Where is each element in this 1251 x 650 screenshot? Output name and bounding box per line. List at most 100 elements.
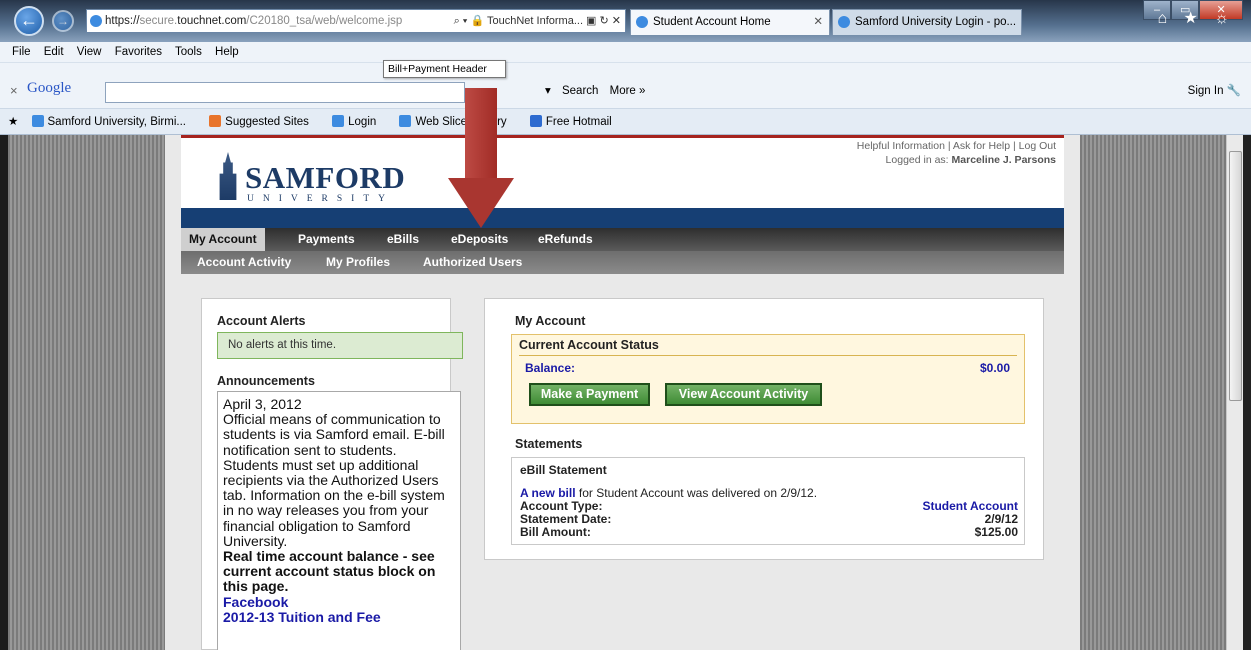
row-value[interactable]: Student Account (922, 500, 1018, 512)
fav-label: Free Hotmail (545, 116, 612, 128)
tab-samford-login[interactable]: Samford University Login - po... (832, 9, 1022, 35)
tuition-link[interactable]: 2012-13 Tuition and Fee (223, 609, 455, 625)
back-button[interactable]: ← (14, 6, 44, 36)
facebook-link[interactable]: Facebook (223, 594, 455, 610)
google-logo: Google (27, 80, 72, 96)
browser-title-bar: ← → https://secure.touchnet.com/C20180_t… (0, 0, 1251, 42)
ie-fav-icon (399, 115, 412, 127)
samford-logo[interactable]: SAMFORD UNIVERSITY (211, 148, 411, 208)
new-bill-line: A new bill for Student Account was deliv… (520, 487, 1018, 499)
site-header: SAMFORD UNIVERSITY Helpful Information |… (181, 135, 1064, 210)
view-activity-button[interactable]: View Account Activity (665, 383, 822, 406)
make-payment-button[interactable]: Make a Payment (529, 383, 650, 406)
forward-button[interactable]: → (52, 10, 74, 32)
close-tab-icon[interactable]: ✕ (813, 10, 823, 34)
favorites-star-icon[interactable]: ★ (8, 116, 18, 128)
new-bill-text: for Student Account was delivered on 2/9… (578, 486, 818, 500)
logged-in-info: Logged in as: Marceline J. Parsons (857, 153, 1056, 167)
balance-label: Balance: (525, 361, 576, 375)
announcement-date: April 3, 2012 (223, 396, 302, 412)
statement-date-row: Statement Date: 2/9/12 (520, 513, 1018, 525)
suggested-sites-icon (209, 115, 222, 127)
tab-edeposits[interactable]: eDeposits (451, 228, 508, 251)
subtab-authorized-users[interactable]: Authorized Users (423, 251, 522, 274)
vertical-scrollbar[interactable] (1226, 135, 1243, 650)
fav-samford[interactable]: Samford University, Birmi... (31, 115, 196, 128)
tab-erefunds[interactable]: eRefunds (538, 228, 593, 251)
ebill-title: eBill Statement (520, 463, 607, 477)
address-prefix: https:// (105, 15, 140, 27)
google-search-input[interactable] (105, 82, 465, 103)
menu-file[interactable]: File (12, 46, 31, 58)
logged-in-label: Logged in as: (885, 154, 949, 166)
announcement-body: Official means of communication to stude… (223, 411, 445, 549)
fav-login[interactable]: Login (332, 115, 386, 128)
address-domain: touchnet.com (177, 15, 247, 27)
ie-fav-icon (332, 115, 345, 127)
address-path: /C20180_tsa/web/welcome.jsp (246, 15, 403, 27)
row-label: Bill Amount: (520, 525, 591, 539)
google-toolbar-tools: ▾ Search More » (545, 83, 653, 97)
dropdown-icon[interactable]: ▾ (545, 85, 551, 97)
google-search-button[interactable]: Search (562, 85, 598, 97)
menu-bar: File Edit View Favorites Tools Help (0, 42, 1251, 62)
fav-label: Samford University, Birmi... (47, 116, 186, 128)
fav-hotmail[interactable]: Free Hotmail (529, 115, 622, 128)
wrench-icon[interactable]: 🔧 (1227, 85, 1241, 97)
browser-chrome: ← → https://secure.touchnet.com/C20180_t… (0, 0, 1251, 135)
subtab-account-activity[interactable]: Account Activity (197, 251, 291, 274)
header-blue-bar (181, 208, 1064, 228)
home-favorites-tools-icons[interactable]: ⌂ ★ ☼ (1157, 8, 1235, 28)
scrollbar-thumb[interactable] (1229, 151, 1242, 401)
menu-tools[interactable]: Tools (175, 46, 202, 58)
fav-suggested-sites[interactable]: Suggested Sites (209, 115, 319, 128)
arrow-head (448, 178, 514, 228)
account-alerts-title: Account Alerts (217, 314, 306, 328)
account-type-row: Account Type: Student Account (520, 500, 1018, 512)
statements-title: Statements (515, 437, 583, 451)
ie-page-icon (90, 15, 102, 27)
logo-name: SAMFORD (245, 160, 406, 195)
my-account-panel: My Account Current Account Status Balanc… (484, 298, 1044, 560)
balance-value: $0.00 (979, 361, 1010, 375)
ie-tab-icon (838, 16, 850, 28)
address-bar-controls[interactable]: ⌕ ▾ 🔒 TouchNet Informa... ▣ ↻ ✕ (454, 10, 621, 32)
help-logout-links[interactable]: Helpful Information | Ask for Help | Log… (857, 139, 1056, 153)
fav-label: Suggested Sites (225, 116, 309, 128)
ie-fav-icon (31, 115, 44, 127)
announcements-title: Announcements (217, 374, 315, 388)
announcements-box: April 3, 2012 Official means of communic… (217, 391, 461, 650)
sign-in-button[interactable]: Sign In 🔧 (1188, 83, 1241, 97)
menu-edit[interactable]: Edit (44, 46, 64, 58)
fav-label: Login (348, 116, 377, 128)
announcement-bold: Real time account balance - see current … (223, 548, 436, 595)
favorites-bar: ★ Samford University, Birmi... Suggested… (0, 108, 1251, 135)
tab-label: Student Account Home (653, 16, 771, 28)
arrow-shaft (465, 88, 497, 183)
tab-ebills[interactable]: eBills (387, 228, 419, 251)
row-label: Statement Date: (520, 512, 612, 526)
tower-icon (219, 152, 237, 200)
status-title: Current Account Status (519, 338, 1017, 356)
main-nav: My Account Payments eBills eDeposits eRe… (181, 228, 1064, 251)
close-toolbar-icon[interactable]: × (10, 83, 18, 98)
menu-favorites[interactable]: Favorites (115, 46, 162, 58)
new-bill-link[interactable]: A new bill (520, 486, 576, 500)
hotmail-icon (529, 115, 542, 127)
address-bar[interactable]: https://secure.touchnet.com/C20180_tsa/w… (86, 9, 626, 33)
menu-help[interactable]: Help (215, 46, 239, 58)
sub-nav: Account Activity My Profiles Authorized … (181, 251, 1064, 274)
subtab-my-profiles[interactable]: My Profiles (326, 251, 390, 274)
alerts-box: No alerts at this time. (217, 332, 463, 359)
tab-my-account[interactable]: My Account (181, 228, 265, 251)
google-toolbar: × Google ▾ Search More » Sign In 🔧 (0, 62, 1251, 108)
tab-student-account-home[interactable]: Student Account Home ✕ (630, 9, 830, 35)
logo-subtitle: UNIVERSITY (247, 194, 394, 204)
tab-payments[interactable]: Payments (298, 228, 355, 251)
google-more-button[interactable]: More » (610, 85, 646, 97)
left-panel: Account Alerts No alerts at this time. A… (201, 298, 463, 650)
menu-view[interactable]: View (77, 46, 102, 58)
header-links: Helpful Information | Ask for Help | Log… (857, 139, 1056, 167)
logged-in-user: Marceline J. Parsons (951, 154, 1056, 166)
row-value: 2/9/12 (984, 512, 1018, 526)
